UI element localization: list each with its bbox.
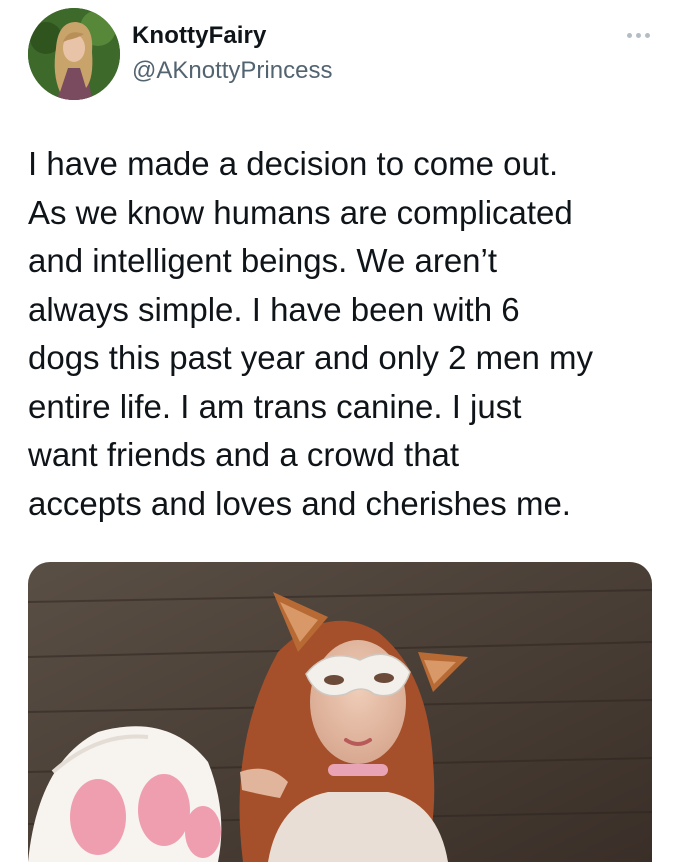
tweet-header: KnottyFairy @AKnottyPrincess bbox=[0, 0, 680, 110]
tweet-text-line: and intelligent beings. We aren’t bbox=[28, 242, 498, 279]
avatar-image bbox=[28, 8, 120, 100]
photo bbox=[28, 562, 652, 862]
tweet-text-line: accepts and loves and cherishes me. bbox=[28, 484, 571, 522]
tweet-text-line: As we know humans are complicated bbox=[28, 193, 573, 231]
display-name[interactable]: KnottyFairy bbox=[132, 22, 266, 50]
tweet-text-line: dogs this past year and only 2 men my bbox=[28, 339, 593, 376]
tweet-text-line: always simple. I have been with 6 bbox=[28, 290, 520, 328]
more-horizontal-icon[interactable] bbox=[618, 22, 658, 48]
tweet-text: I have made a decision to come out. As w… bbox=[28, 140, 658, 528]
tweet-media-image[interactable] bbox=[28, 562, 652, 862]
tweet-text-line: entire life. I am trans canine. I just bbox=[28, 387, 522, 425]
user-handle[interactable]: @AKnottyPrincess bbox=[132, 57, 332, 85]
avatar[interactable] bbox=[28, 8, 120, 100]
tweet-text-line: I have made a decision to come out. bbox=[28, 145, 559, 182]
tweet-text-line: want friends and a crowd that bbox=[28, 436, 460, 473]
